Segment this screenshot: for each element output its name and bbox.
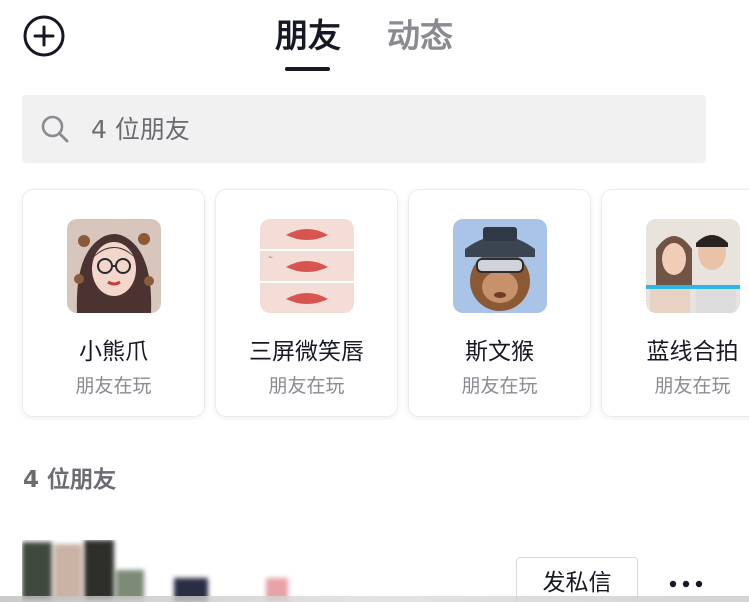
effect-card[interactable]: 蓝线合拍 朋友在玩 xyxy=(602,190,749,416)
effect-subtitle: 朋友在玩 xyxy=(268,375,345,397)
effect-subtitle: 朋友在玩 xyxy=(654,375,731,397)
more-dots-icon[interactable] xyxy=(666,572,710,596)
top-bar: 朋友 动态 xyxy=(0,0,749,80)
svg-text:~: ~ xyxy=(268,254,273,261)
tab-friends[interactable]: 朋友 xyxy=(275,14,341,58)
effect-title: 蓝线合拍 xyxy=(646,339,739,365)
friends-count-label: 4 位朋友 xyxy=(23,467,117,493)
effect-card[interactable]: 斯文猴 朋友在玩 xyxy=(409,190,590,416)
tab-moments[interactable]: 动态 xyxy=(387,14,453,58)
search-icon xyxy=(40,114,70,144)
effect-cards-row: 小熊爪 朋友在玩 ~ 三屏微笑唇 朋友在玩 斯文猴 朋友在玩 蓝线合拍 朋友在玩 xyxy=(0,188,749,420)
search-bar[interactable] xyxy=(22,95,706,163)
list-item: 发私信 xyxy=(0,528,749,602)
search-input[interactable] xyxy=(91,109,681,149)
avatar[interactable] xyxy=(22,540,302,602)
effect-thumbnail xyxy=(67,219,161,313)
effect-title: 斯文猴 xyxy=(465,339,534,365)
effect-title: 三屏微笑唇 xyxy=(249,339,364,365)
effect-card[interactable]: 小熊爪 朋友在玩 xyxy=(23,190,204,416)
effect-thumbnail xyxy=(453,219,547,313)
effect-subtitle: 朋友在玩 xyxy=(75,375,152,397)
plus-circle-icon[interactable] xyxy=(22,14,66,58)
effect-thumbnail xyxy=(646,219,740,313)
effect-subtitle: 朋友在玩 xyxy=(461,375,538,397)
bottom-divider xyxy=(0,596,749,602)
active-tab-indicator xyxy=(285,67,330,71)
effect-card[interactable]: ~ 三屏微笑唇 朋友在玩 xyxy=(216,190,397,416)
effect-title: 小熊爪 xyxy=(79,339,148,365)
effect-thumbnail: ~ xyxy=(260,219,354,313)
